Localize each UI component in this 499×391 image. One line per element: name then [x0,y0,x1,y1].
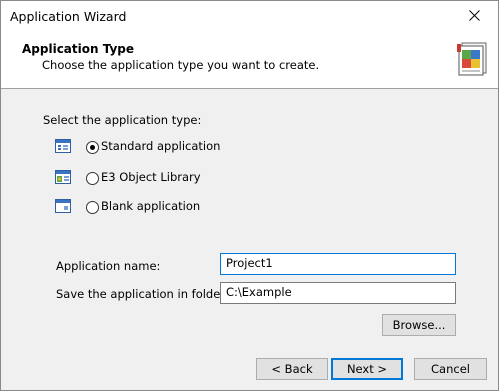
radio-standard-application[interactable] [86,141,99,154]
radio-row-standard[interactable]: Standard application [55,138,220,156]
title-bar: Application Wizard [1,1,498,31]
wizard-header: Application Type Choose the application … [1,31,498,89]
wizard-document-icon [457,42,487,76]
object-library-icon [55,170,71,184]
page-subtitle: Choose the application type you want to … [42,58,320,72]
standard-app-icon [55,139,71,153]
radio-e3-object-library[interactable] [86,172,99,185]
radio-label-standard[interactable]: Standard application [101,139,220,153]
close-button[interactable] [452,1,498,31]
radio-label-blank[interactable]: Blank application [101,199,200,213]
application-name-input[interactable]: Project1 [220,253,456,275]
folder-input[interactable]: C:\Example [220,282,456,304]
application-name-label: Application name: [56,259,161,273]
radio-blank-application[interactable] [86,201,99,214]
radio-label-object-library[interactable]: E3 Object Library [101,170,201,184]
folder-label: Save the application in folder: [56,287,229,301]
next-button[interactable]: Next > [331,358,403,380]
back-button[interactable]: < Back [256,358,328,380]
radio-row-object-library[interactable]: E3 Object Library [55,169,215,187]
radio-row-blank[interactable]: Blank application [55,198,215,216]
window-title: Application Wizard [10,9,127,24]
app-type-label: Select the application type: [43,113,202,127]
cancel-button[interactable]: Cancel [414,358,487,380]
close-icon [469,10,480,21]
page-title: Application Type [22,42,135,56]
browse-button[interactable]: Browse... [382,314,456,336]
blank-app-icon [55,199,71,213]
application-wizard-window: Application Wizard Application Type Choo… [0,0,499,391]
